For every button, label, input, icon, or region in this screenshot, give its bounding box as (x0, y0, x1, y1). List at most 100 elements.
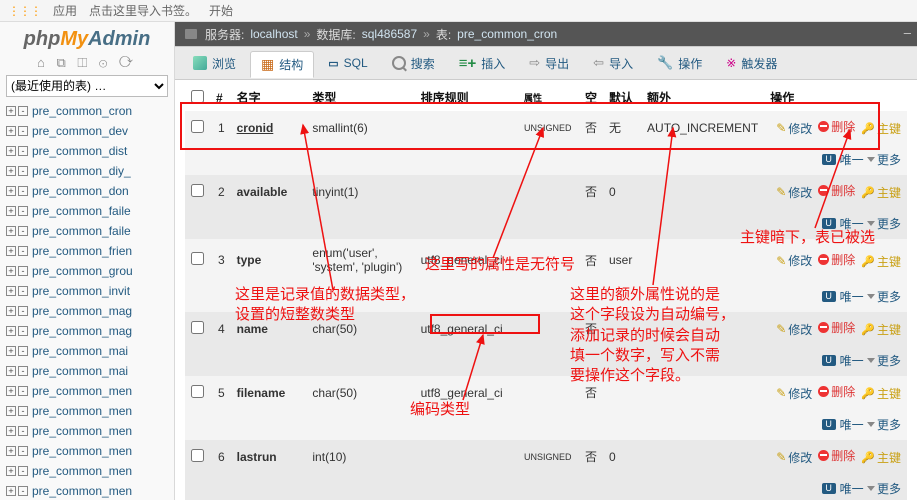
col-type-header[interactable]: 类型 (306, 84, 414, 111)
tree-expand-icon[interactable]: +- (6, 146, 28, 156)
primary-link[interactable]: 🔑主键 (861, 385, 901, 402)
delete-link[interactable]: 删除 (818, 319, 855, 336)
more-link[interactable]: 更多 (867, 480, 901, 497)
tab-export[interactable]: ⇨导出 (519, 51, 579, 76)
primary-link[interactable]: 🔑主键 (861, 184, 901, 201)
tree-item[interactable]: +-pre_common_dist (6, 141, 168, 161)
unique-link[interactable]: U唯一 (822, 480, 864, 497)
unique-link[interactable]: U唯一 (822, 151, 864, 168)
col-name[interactable]: available (231, 175, 307, 208)
more-link[interactable]: 更多 (867, 416, 901, 433)
tree-expand-icon[interactable]: +- (6, 386, 28, 396)
unique-link[interactable]: U唯一 (822, 288, 864, 305)
tree-item[interactable]: +-pre_common_cron (6, 101, 168, 121)
unique-link[interactable]: U唯一 (822, 215, 864, 232)
tree-item[interactable]: +-pre_common_mai (6, 341, 168, 361)
tree-expand-icon[interactable]: +- (6, 486, 28, 496)
tab-structure[interactable]: ▦结构 (250, 51, 314, 78)
tree-item[interactable]: +-pre_common_men (6, 381, 168, 401)
row-checkbox[interactable] (185, 239, 210, 281)
more-link[interactable]: 更多 (867, 352, 901, 369)
tree-expand-icon[interactable]: +- (6, 246, 28, 256)
col-name[interactable]: lastrun (231, 440, 307, 473)
more-link[interactable]: 更多 (867, 288, 901, 305)
tab-sql[interactable]: ▭SQL (318, 52, 377, 74)
tree-expand-icon[interactable]: +- (6, 406, 28, 416)
row-checkbox[interactable] (185, 312, 210, 345)
tree-expand-icon[interactable]: +- (6, 206, 28, 216)
unique-link[interactable]: U唯一 (822, 352, 864, 369)
tree-expand-icon[interactable]: +- (6, 426, 28, 436)
tree-expand-icon[interactable]: +- (6, 126, 28, 136)
primary-link[interactable]: 🔑主键 (861, 120, 901, 137)
server-link[interactable]: localhost (250, 27, 297, 41)
row-checkbox[interactable] (185, 111, 210, 144)
tree-expand-icon[interactable]: +- (6, 326, 28, 336)
tree-item[interactable]: +-pre_common_frien (6, 241, 168, 261)
tree-expand-icon[interactable]: +- (6, 466, 28, 476)
table-link[interactable]: pre_common_cron (457, 27, 557, 41)
more-link[interactable]: 更多 (867, 151, 901, 168)
primary-link[interactable]: 🔑主键 (861, 321, 901, 338)
primary-link[interactable]: 🔑主键 (861, 449, 901, 466)
row-checkbox[interactable] (185, 440, 210, 473)
row-checkbox[interactable] (185, 376, 210, 409)
tree-expand-icon[interactable]: +- (6, 166, 28, 176)
col-check-header[interactable] (185, 84, 210, 111)
tree-item[interactable]: +-pre_common_men (6, 481, 168, 500)
col-null-header[interactable]: 空 (579, 84, 603, 111)
tree-item[interactable]: +-pre_common_grou (6, 261, 168, 281)
more-link[interactable]: 更多 (867, 215, 901, 232)
edit-link[interactable]: ✎修改 (776, 385, 812, 402)
tree-expand-icon[interactable]: +- (6, 186, 28, 196)
tree-item[interactable]: +-pre_common_faile (6, 201, 168, 221)
tree-item[interactable]: +-pre_common_don (6, 181, 168, 201)
tree-expand-icon[interactable]: +- (6, 306, 28, 316)
tree-item[interactable]: +-pre_common_invit (6, 281, 168, 301)
tab-insert[interactable]: ≡+插入 (449, 51, 516, 76)
tab-import[interactable]: ⇦导入 (583, 51, 643, 76)
tree-expand-icon[interactable]: +- (6, 226, 28, 236)
tree-item[interactable]: +-pre_common_diy_ (6, 161, 168, 181)
col-index-header[interactable]: # (210, 84, 231, 111)
apps-label[interactable]: 应用 (53, 2, 77, 19)
col-name-header[interactable]: 名字 (231, 84, 307, 111)
edit-link[interactable]: ✎修改 (776, 321, 812, 338)
col-name[interactable]: type (231, 239, 307, 281)
tree-item[interactable]: +-pre_common_men (6, 461, 168, 481)
delete-link[interactable]: 删除 (818, 182, 855, 199)
row-checkbox[interactable] (185, 175, 210, 208)
sidebar-toolbar[interactable]: ⌂ ⧉ ◫ ⊙ ⟳ (6, 55, 168, 75)
db-link[interactable]: sql486587 (362, 27, 417, 41)
col-name[interactable]: filename (231, 376, 307, 409)
col-default-header[interactable]: 默认 (603, 84, 641, 111)
primary-link[interactable]: 🔑主键 (861, 253, 901, 270)
tree-expand-icon[interactable]: +- (6, 286, 28, 296)
unique-link[interactable]: U唯一 (822, 416, 864, 433)
tab-triggers[interactable]: ※触发器 (716, 51, 787, 76)
tree-item[interactable]: +-pre_common_men (6, 421, 168, 441)
tab-browse[interactable]: 浏览 (183, 51, 246, 76)
tab-search[interactable]: 搜索 (382, 51, 445, 76)
edit-link[interactable]: ✎修改 (776, 449, 812, 466)
col-extra-header[interactable]: 额外 (641, 84, 764, 111)
tree-expand-icon[interactable]: +- (6, 446, 28, 456)
delete-link[interactable]: 删除 (818, 251, 855, 268)
col-ops-header[interactable]: 操作 (764, 84, 907, 111)
tree-item[interactable]: +-pre_common_mag (6, 321, 168, 341)
bookmarks-hint[interactable]: 点击这里导入书签。 (89, 2, 197, 19)
tree-item[interactable]: +-pre_common_mai (6, 361, 168, 381)
tree-item[interactable]: +-pre_common_dev (6, 121, 168, 141)
tree-expand-icon[interactable]: +- (6, 366, 28, 376)
tree-item[interactable]: +-pre_common_mag (6, 301, 168, 321)
delete-link[interactable]: 删除 (818, 383, 855, 400)
tab-operations[interactable]: 🔧操作 (647, 51, 712, 76)
tree-expand-icon[interactable]: +- (6, 346, 28, 356)
col-collation-header[interactable]: 排序规则 (415, 84, 518, 111)
tree-item[interactable]: +-pre_common_faile (6, 221, 168, 241)
edit-link[interactable]: ✎修改 (776, 252, 812, 269)
tree-item[interactable]: +-pre_common_men (6, 441, 168, 461)
delete-link[interactable]: 删除 (818, 447, 855, 464)
delete-link[interactable]: 删除 (818, 118, 855, 135)
edit-link[interactable]: ✎修改 (776, 184, 812, 201)
